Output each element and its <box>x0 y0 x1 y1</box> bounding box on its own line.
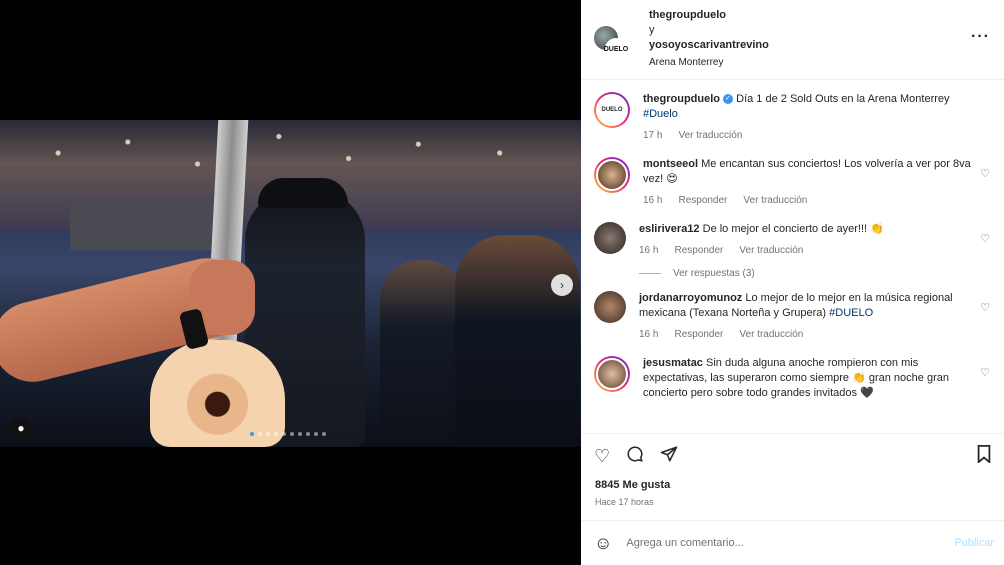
heart-icon[interactable]: ♡ <box>980 366 990 379</box>
reply-link[interactable]: Responder <box>678 193 727 208</box>
comment-time: 16 h <box>639 329 659 340</box>
post-time: Hace 17 horas <box>581 491 1004 521</box>
header-connector: y <box>649 24 655 36</box>
likes-count[interactable]: 8845 Me gusta <box>581 479 1004 491</box>
comment: jesusmatac Sin duda alguna anoche rompie… <box>594 356 990 401</box>
instagram-post: › ● DUELO thegroupduelo y yosoyoscarivan… <box>0 0 1004 565</box>
carousel-dots <box>250 432 326 436</box>
tagged-user-icon[interactable]: ● <box>10 417 32 439</box>
heart-icon[interactable]: ♡ <box>980 301 990 314</box>
cowboy-hat <box>258 178 348 208</box>
comment-username[interactable]: montseeol <box>643 158 698 170</box>
post-panel: DUELO thegroupduelo y yosoyoscarivantrev… <box>581 0 1004 565</box>
comment-username[interactable]: eslirivera12 <box>639 223 700 235</box>
translate-link[interactable]: Ver traducción <box>743 193 807 208</box>
action-bar: ♡ <box>581 434 1004 479</box>
carousel-dot <box>306 432 310 436</box>
caption-body: thegroupduelo ✓ Día 1 de 2 Sold Outs en … <box>643 92 973 143</box>
heart-icon[interactable]: ♡ <box>980 232 990 245</box>
reply-link[interactable]: Responder <box>674 327 723 342</box>
comment-body: montseeol Me encantan sus conciertos! Lo… <box>643 157 973 208</box>
comment-text: De lo mejor el concierto de ayer!!! 👏 <box>702 223 884 235</box>
emoji-smile-icon[interactable]: ☺ <box>594 533 612 554</box>
header-usernames: thegroupduelo y yosoyoscarivantrevino Ar… <box>649 8 769 79</box>
avatar[interactable] <box>594 222 626 254</box>
comment-meta: 16 h Responder Ver traducción <box>643 193 973 208</box>
hashtag-link[interactable]: #Duelo <box>643 108 678 120</box>
bookmark-icon[interactable] <box>976 445 992 468</box>
fan-figure <box>380 260 465 447</box>
carousel-dot <box>258 432 262 436</box>
carousel-dot <box>250 432 254 436</box>
carousel-dot <box>314 432 318 436</box>
avatar: DUELO <box>596 94 628 126</box>
replies-divider <box>639 273 661 274</box>
avatar-ring[interactable] <box>594 356 630 392</box>
avatar <box>596 358 628 390</box>
comment-meta: 16 h Responder Ver traducción <box>639 327 969 342</box>
header-user1[interactable]: thegroupduelo <box>649 8 769 23</box>
translate-link[interactable]: Ver traducción <box>678 128 742 143</box>
next-arrow-icon[interactable]: › <box>551 274 573 296</box>
avatar[interactable] <box>594 291 626 323</box>
view-replies[interactable]: Ver respuestas (3) <box>639 268 990 279</box>
avatar-ring[interactable]: DUELO <box>594 92 630 128</box>
hashtag-link[interactable]: #DUELO <box>829 307 873 319</box>
comment-bubble-icon[interactable] <box>626 445 644 468</box>
collab-avatars[interactable]: DUELO <box>594 26 630 62</box>
comment: eslirivera12 De lo mejor el concierto de… <box>594 222 990 258</box>
stage-wall <box>70 205 220 250</box>
caption-meta: 17 h Ver traducción <box>643 128 973 143</box>
reply-link[interactable]: Responder <box>674 243 723 258</box>
translate-link[interactable]: Ver traducción <box>739 327 803 342</box>
comment-username[interactable]: jesusmatac <box>643 357 703 369</box>
post-header: DUELO thegroupduelo y yosoyoscarivantrev… <box>581 0 1004 80</box>
header-user2[interactable]: yosoyoscarivantrevino <box>649 38 769 53</box>
more-horizontal-icon[interactable]: ··· <box>971 28 990 46</box>
like-heart-icon[interactable]: ♡ <box>594 446 610 467</box>
comment-body: jordanarroyomunoz Lo mejor de lo mejor e… <box>639 291 969 342</box>
caption: DUELO thegroupduelo ✓ Día 1 de 2 Sold Ou… <box>594 92 990 143</box>
comment-body: eslirivera12 De lo mejor el concierto de… <box>639 222 969 258</box>
caption-time[interactable]: 17 h <box>643 128 662 143</box>
post-photo[interactable]: › ● <box>0 120 581 447</box>
comment-body: jesusmatac Sin duda alguna anoche rompie… <box>643 356 973 401</box>
comment-meta: 16 h Responder Ver traducción <box>639 243 969 258</box>
guitar-body <box>150 340 285 447</box>
comment-time: 16 h <box>643 195 663 206</box>
caption-text: Día 1 de 2 Sold Outs en la Arena Monterr… <box>736 93 950 105</box>
publish-button[interactable]: Publicar <box>954 537 994 549</box>
location[interactable]: Arena Monterrey <box>649 55 769 70</box>
fan-figure <box>455 235 580 447</box>
avatar <box>596 159 628 191</box>
comment-time: 16 h <box>639 245 659 256</box>
share-paper-plane-icon[interactable] <box>660 445 678 468</box>
translate-link[interactable]: Ver traducción <box>739 243 803 258</box>
heart-icon[interactable]: ♡ <box>980 167 990 180</box>
avatar-badge: DUELO <box>604 38 628 60</box>
carousel-dot <box>322 432 326 436</box>
view-replies-label: Ver respuestas (3) <box>673 268 755 279</box>
caption-username[interactable]: thegroupduelo <box>643 93 720 105</box>
carousel-dot <box>266 432 270 436</box>
comment: montseeol Me encantan sus conciertos! Lo… <box>594 157 990 208</box>
carousel-dot <box>282 432 286 436</box>
verified-icon: ✓ <box>723 94 734 105</box>
comment-input[interactable]: Agrega un comentario... <box>626 537 743 549</box>
comment-username[interactable]: jordanarroyomunoz <box>639 292 742 304</box>
avatar-ring[interactable] <box>594 157 630 193</box>
carousel-dot <box>274 432 278 436</box>
comments-section: DUELO thegroupduelo ✓ Día 1 de 2 Sold Ou… <box>581 80 1004 434</box>
comment: jordanarroyomunoz Lo mejor de lo mejor e… <box>594 291 990 342</box>
add-comment-bar: ☺ Agrega un comentario... Publicar <box>581 521 1004 565</box>
post-media: › ● <box>0 0 581 565</box>
carousel-dot <box>290 432 294 436</box>
carousel-dot <box>298 432 302 436</box>
